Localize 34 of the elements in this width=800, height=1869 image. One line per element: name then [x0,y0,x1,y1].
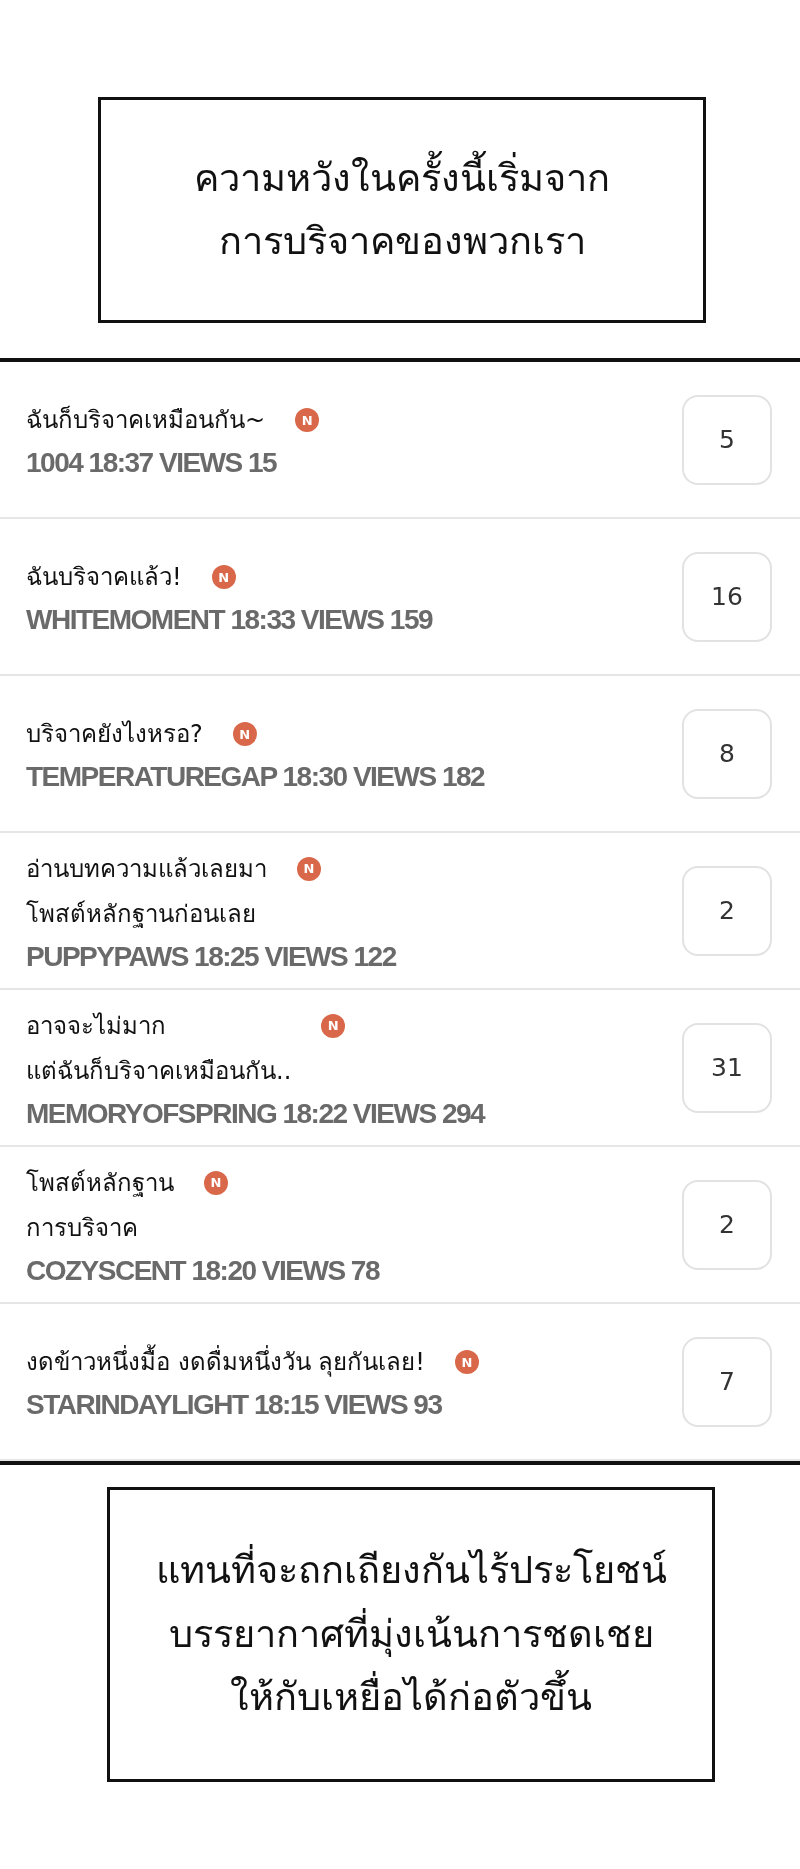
caption-text: แทนที่จะถกเถียงกันไร้ประโยชน์ [155,1546,667,1596]
new-badge: N [454,1350,479,1374]
comment-count: 5 [682,394,772,485]
post-title[interactable]: อ่านบทความแล้วเลยมา [26,848,267,888]
comment-count: 7 [682,1336,772,1427]
new-badge: N [297,856,321,881]
post-meta: MEMORYOFSPRING 18:22 VIEWS 294 [26,1097,486,1130]
caption-text: การบริจาคของพวกเรา [218,218,586,265]
post-meta: WHITEMOMENT 18:33 VIEWS 159 [26,604,434,636]
post-meta: TEMPERATUREGAP 18:30 VIEWS 182 [26,761,486,793]
comment-count: 2 [682,865,772,956]
comment-count: 16 [682,551,772,642]
post-title[interactable]: ฉันบริจาคแล้ว! [26,557,182,596]
new-badge: N [295,408,320,432]
comment-count: 8 [682,708,772,799]
comment-count: 2 [682,1179,772,1270]
post-meta: STARINDAYLIGHT 18:15 VIEWS 93 [26,1389,443,1421]
comment-count: 31 [682,1022,772,1113]
post-title[interactable]: งดข้าวหนึ่งมื้อ งดดื่มหนึ่งวัน ลุยกันเลย! [26,1342,425,1381]
post-title[interactable]: ฉันก็บริจาคเหมือนกัน~ [26,400,266,439]
new-badge: N [321,1013,346,1038]
post-title[interactable]: บริจาคยังไงหรอ? [26,714,203,753]
new-badge: N [232,722,257,746]
new-badge: N [211,565,236,589]
post-title[interactable]: การบริจาค [26,1207,174,1247]
post-title[interactable]: โพสต์หลักฐาน [26,1162,174,1202]
post-title[interactable]: แต่ฉันก็บริจาคเหมือนกัน.. [26,1050,292,1090]
caption-text: บรรยากาศที่มุ่งเน้นการชดเชย [168,1609,654,1660]
post-title[interactable]: อาจจะไม่มาก [26,1005,292,1045]
new-badge: N [204,1170,228,1195]
post-meta: PUPPYPAWS 18:25 VIEWS 122 [26,940,398,973]
post-title[interactable]: โพสต์หลักฐานก่อนเลย [26,893,267,933]
post-meta: 1004 18:37 VIEWS 15 [26,447,278,479]
post-meta: COZYSCENT 18:20 VIEWS 78 [26,1254,381,1287]
